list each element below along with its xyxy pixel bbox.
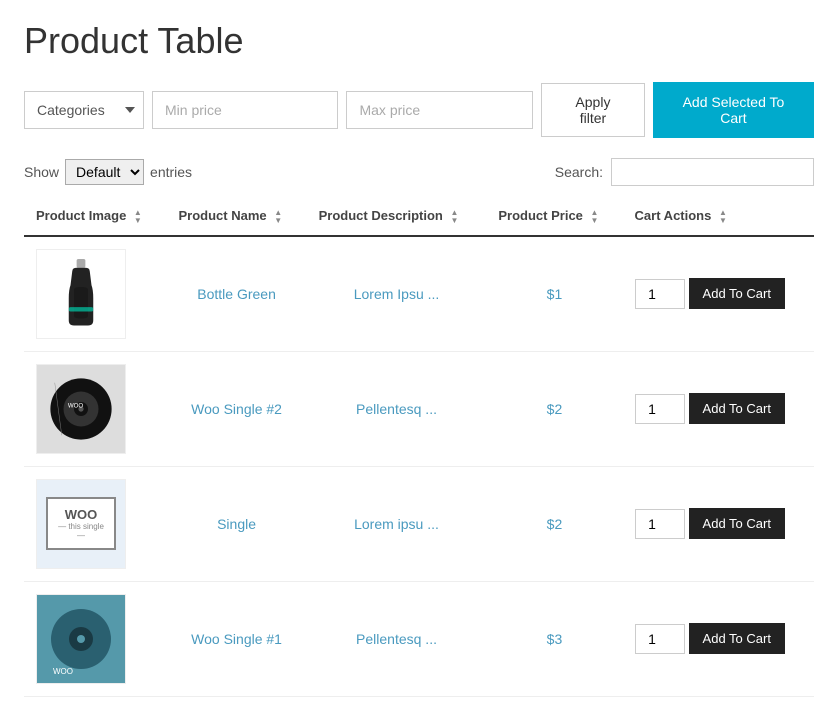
product-desc-cell-3: Pellentesq ... [307, 581, 487, 696]
add-to-cart-button-2[interactable]: Add To Cart [689, 508, 785, 539]
product-price-cell-0: $1 [486, 236, 622, 352]
categories-select[interactable]: Categories [24, 91, 144, 129]
svg-text:WOO: WOO [68, 402, 84, 409]
product-desc-cell-2: Lorem ipsu ... [307, 466, 487, 581]
product-name-cell-2: Single [167, 466, 307, 581]
col-cart-actions: Cart Actions ▲▼ [623, 198, 814, 236]
search-label: Search: [555, 164, 603, 180]
product-desc-cell-1: Pellentesq ... [307, 351, 487, 466]
page-title: Product Table [24, 20, 814, 62]
table-controls: Show Default102550100 entries Search: [24, 158, 814, 186]
add-to-cart-button-3[interactable]: Add To Cart [689, 623, 785, 654]
show-label: Show [24, 164, 59, 180]
max-price-input[interactable] [346, 91, 532, 129]
qty-input-3[interactable] [635, 624, 685, 654]
col-product-price: Product Price ▲▼ [486, 198, 622, 236]
search-bar: Search: [555, 158, 814, 186]
product-image-cell-2: WOO — this single — [24, 466, 167, 581]
product-price-cell-2: $2 [486, 466, 622, 581]
entries-label: entries [150, 164, 192, 180]
add-selected-to-cart-button[interactable]: Add Selected To Cart [653, 82, 814, 138]
table-row: WOO Woo Single #1 Pellentesq ... $3 Add … [24, 581, 814, 696]
product-name-cell-3: Woo Single #1 [167, 581, 307, 696]
apply-filter-button[interactable]: Apply filter [541, 83, 645, 137]
min-price-input[interactable] [152, 91, 338, 129]
product-actions-cell-2: Add To Cart [623, 466, 814, 581]
filter-bar: Categories Apply filter Add Selected To … [24, 82, 814, 138]
product-image-cell-0 [24, 236, 167, 352]
product-actions-cell-0: Add To Cart [623, 236, 814, 352]
product-table: Product Image ▲▼ Product Name ▲▼ Product… [24, 198, 814, 697]
col-product-description: Product Description ▲▼ [307, 198, 487, 236]
product-actions-cell-3: Add To Cart [623, 581, 814, 696]
col-product-name: Product Name ▲▼ [167, 198, 307, 236]
add-to-cart-button-1[interactable]: Add To Cart [689, 393, 785, 424]
qty-input-1[interactable] [635, 394, 685, 424]
table-row: Bottle Green Lorem Ipsu ... $1 Add To Ca… [24, 236, 814, 352]
add-to-cart-button-0[interactable]: Add To Cart [689, 278, 785, 309]
entries-select[interactable]: Default102550100 [65, 159, 144, 185]
product-desc-cell-0: Lorem Ipsu ... [307, 236, 487, 352]
product-actions-cell-1: Add To Cart [623, 351, 814, 466]
product-name-cell-1: Woo Single #2 [167, 351, 307, 466]
product-image-cell-1: WOO [24, 351, 167, 466]
search-input[interactable] [611, 158, 814, 186]
qty-input-0[interactable] [635, 279, 685, 309]
table-row: WOO Woo Single #2 Pellentesq ... $2 Add … [24, 351, 814, 466]
product-price-cell-3: $3 [486, 581, 622, 696]
table-header-row: Product Image ▲▼ Product Name ▲▼ Product… [24, 198, 814, 236]
show-entries-control: Show Default102550100 entries [24, 159, 192, 185]
product-image-cell-3: WOO [24, 581, 167, 696]
col-product-image: Product Image ▲▼ [24, 198, 167, 236]
product-price-cell-1: $2 [486, 351, 622, 466]
product-name-cell-0: Bottle Green [167, 236, 307, 352]
table-row: WOO — this single — Single Lorem ipsu ..… [24, 466, 814, 581]
qty-input-2[interactable] [635, 509, 685, 539]
